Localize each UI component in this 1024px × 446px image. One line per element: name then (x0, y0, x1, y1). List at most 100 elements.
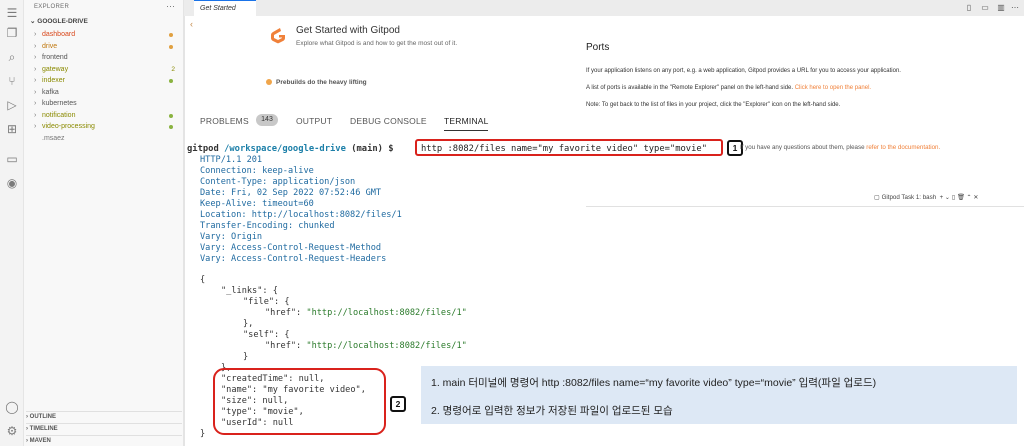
chevron-right-icon: › (34, 100, 37, 107)
prompt-path: /workspace/google-drive (224, 144, 346, 154)
prebuilds-item[interactable]: Prebuilds do the heavy lifting (266, 79, 367, 86)
json-self-href: "href": "http://localhost:8082/files/1" (265, 341, 467, 351)
tree-item[interactable]: › indexer (34, 75, 179, 86)
chevron-right-icon: › (34, 123, 37, 130)
activity-bar: ☰ ❐ ⌕ ⑂ ▷ ⊞ ▭ ◉ ◯ ⚙ (0, 0, 24, 446)
source-control-icon[interactable]: ⑂ (4, 74, 20, 88)
tree-item[interactable]: › kafka (34, 87, 179, 98)
files-icon[interactable]: ❐ (4, 26, 20, 40)
tree-item[interactable]: › drive (34, 41, 179, 52)
tree-item-label: dashboard (42, 31, 76, 38)
annotation-callout: 1. main 터미널에 명령어 http :8082/files name=“… (421, 366, 1017, 424)
ports-paragraph-2-text: A list of ports is available in the "Rem… (586, 85, 794, 91)
tab-get-started[interactable]: Get Started (194, 0, 256, 16)
open-panel-link[interactable]: Click here to open the panel. (795, 85, 871, 91)
ports-paragraph-1: If your application listens on any port,… (586, 68, 901, 74)
terminal-command[interactable]: http :8082/files name="my favorite video… (421, 144, 707, 154)
tree-item-label: drive (42, 42, 58, 50)
chevron-right-icon: › (34, 54, 37, 61)
layout-icon[interactable]: ▥ (996, 3, 1006, 13)
active-tab-indicator (444, 130, 488, 131)
json-href-key-2: "href": (265, 341, 307, 351)
settings-gear-icon[interactable]: ⚙ (4, 424, 20, 438)
tree-item-label: gateway (42, 65, 69, 73)
json-href-key: "href": (265, 308, 307, 318)
section-maven[interactable]: › MAVEN (26, 435, 182, 446)
json-href-value-2: "http://localhost:8082/files/1" (306, 341, 467, 351)
explorer-title: EXPLORER (34, 4, 70, 10)
chevron-right-icon: › (34, 65, 37, 73)
extensions-icon[interactable]: ⊞ (4, 122, 20, 136)
more-actions-icon[interactable]: ··· (166, 1, 175, 11)
json-file-key: "file": { (243, 297, 290, 307)
prompt-branch: (main) $ (351, 144, 394, 154)
terminal-task-selector[interactable]: ▢ Gitpod Task 1: bash + ⌄ ▯ 🗑 ⌃ ✕ (874, 193, 979, 201)
divider (184, 16, 185, 446)
tab-problems[interactable]: PROBLEMS (200, 116, 249, 126)
annotation-line-1: 1. main 터미널에 명령어 http :8082/files name=“… (431, 377, 877, 389)
tree-item[interactable]: › dashboard (34, 29, 179, 40)
explorer-panel: EXPLORER ··· ⌄ GOOGLE-DRIVE › dashboard › d… (24, 0, 184, 446)
response-header-line: Connection: keep-alive (200, 166, 314, 176)
prebuilds-icon (266, 79, 272, 86)
section-maven-label: MAVEN (29, 438, 51, 444)
json-highlight-box (213, 368, 386, 435)
menu-icon[interactable]: ☰ (4, 6, 20, 20)
remote-explorer-icon[interactable]: ▭ (4, 152, 20, 166)
ports-paragraph-4-text: If you have any questions about them, pl… (740, 144, 865, 151)
section-timeline-label: TIMELINE (29, 426, 58, 432)
response-header-line: Location: http://localhost:8082/files/1 (200, 210, 402, 220)
back-chevron-icon[interactable]: ‹ (190, 19, 193, 29)
chevron-right-icon: › (34, 42, 37, 50)
section-outline[interactable]: › OUTLINE (26, 411, 182, 422)
documentation-link[interactable]: refer to the documentation. (866, 144, 940, 151)
terminal-prompt: gitpod /workspace/google-drive (main) $ (187, 144, 394, 154)
modified-dot-icon (169, 125, 173, 129)
prompt-user: gitpod (187, 144, 219, 154)
response-header-line: Vary: Access-Control-Request-Method (200, 243, 382, 253)
response-header-line: Keep-Alive: timeout=60 (200, 199, 314, 209)
tree-item[interactable]: › video-processing (34, 121, 179, 132)
account-icon[interactable]: ◯ (4, 400, 20, 414)
root-folder-label: GOOGLE-DRIVE (37, 18, 88, 25)
section-timeline[interactable]: › TIMELINE (26, 423, 182, 434)
task-label: Gitpod Task 1: bash (881, 194, 937, 201)
json-self-key: "self": { (243, 330, 290, 340)
tab-output[interactable]: OUTPUT (296, 116, 332, 126)
chevron-right-icon: › (34, 77, 37, 84)
modified-dot-icon (169, 113, 173, 118)
more-icon[interactable]: ⋯ (1010, 3, 1020, 13)
tree-item-label: frontend (42, 54, 68, 61)
chevron-right-icon: › (34, 31, 37, 38)
search-icon[interactable]: ⌕ (4, 50, 20, 64)
tab-terminal[interactable]: TERMINAL (444, 116, 489, 126)
tree-item[interactable]: .msaez (34, 133, 179, 144)
welcome-title: Get Started with Gitpod (296, 25, 400, 36)
editor-tab-bar: Get Started ▯ ▭ ▥ ⋯ (184, 0, 1024, 16)
json-self-close: } (243, 352, 249, 362)
task-divider (586, 206, 1024, 207)
tree-item-label: .msaez (42, 134, 65, 142)
github-icon[interactable]: ◉ (4, 176, 20, 190)
run-debug-icon[interactable]: ▷ (4, 98, 20, 112)
response-header-line: Date: Fri, 02 Sep 2022 07:52:46 GMT (200, 188, 382, 198)
response-header-line: Transfer-Encoding: chunked (200, 221, 335, 231)
split-editor-icon[interactable]: ▯ (964, 3, 974, 13)
ports-paragraph-3: Note: To get back to the list of files i… (586, 102, 841, 108)
json-links-key: "_links": { (221, 286, 278, 296)
tree-item-label: notification (42, 111, 76, 119)
toggle-panel-icon[interactable]: ▭ (980, 3, 990, 13)
welcome-subtitle: Explore what Gitpod is and how to get th… (296, 40, 458, 47)
explorer-root-folder[interactable]: ⌄ GOOGLE-DRIVE (30, 17, 88, 25)
tree-item[interactable]: › kubernetes (34, 98, 179, 109)
response-header-line: Vary: Access-Control-Request-Headers (200, 254, 387, 264)
json-file-close: }, (243, 319, 254, 329)
tree-item[interactable]: › gateway 2 (34, 64, 179, 75)
tab-debug-console[interactable]: DEBUG CONSOLE (350, 116, 427, 126)
tree-item[interactable]: › notification (34, 110, 179, 121)
tree-item[interactable]: › frontend (34, 52, 179, 63)
ports-title: Ports (586, 42, 610, 53)
ports-paragraph-4: If you have any questions about them, pl… (740, 144, 940, 151)
response-header-line: Vary: Origin (200, 232, 263, 242)
chevron-right-icon: › (34, 88, 37, 96)
